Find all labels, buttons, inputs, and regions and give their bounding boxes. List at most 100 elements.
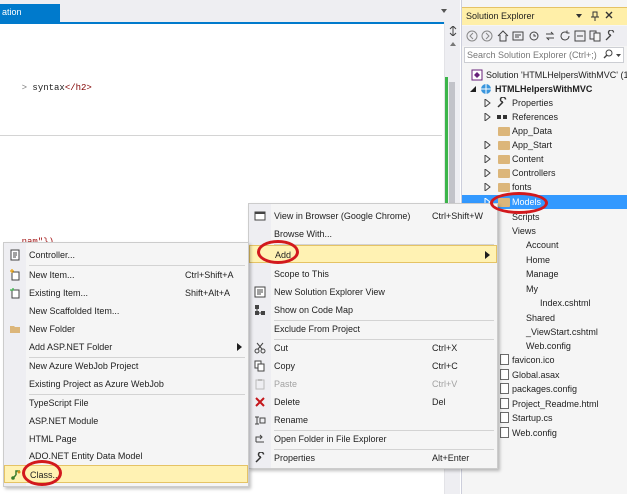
add-submenu: Controller... New Item... Ctrl+Shift+A E… (3, 242, 249, 487)
menu-item-shortcut: Alt+Enter (432, 453, 470, 463)
tree-item-app-data[interactable]: App_Data (462, 124, 627, 138)
menu-item-new-solution-explorer-view[interactable]: New Solution Explorer View (249, 283, 497, 301)
collapsed-arrow-icon[interactable] (484, 181, 491, 193)
web-project-icon (480, 83, 492, 95)
tree-item-fonts[interactable]: fonts (462, 180, 627, 194)
tree-item-label: Properties (512, 98, 554, 108)
menu-item-add-aspnet-folder[interactable]: Add ASP.NET Folder (4, 338, 248, 356)
menu-item-html-page[interactable]: HTML Page (4, 430, 248, 448)
menu-item-aspnet-module[interactable]: ASP.NET Module (4, 412, 248, 430)
code-line[interactable]: > syntax</h2> (0, 73, 92, 103)
collapsed-arrow-icon[interactable] (484, 97, 491, 109)
menu-item-existing-project-webjob[interactable]: Existing Project as Azure WebJob (4, 375, 248, 393)
home-icon[interactable] (497, 30, 509, 42)
tree-item-label: _ViewStart.cshtml (526, 327, 598, 337)
menu-item-show-on-code-map[interactable]: Show on Code Map (249, 301, 497, 319)
tree-item-content[interactable]: Content (462, 152, 627, 166)
tree-item-controllers[interactable]: Controllers (462, 166, 627, 180)
menu-item-new-folder[interactable]: New Folder (4, 320, 248, 338)
show-all-files-icon[interactable] (589, 30, 601, 42)
menu-item-new-azure-webjob[interactable]: New Azure WebJob Project (4, 357, 248, 375)
menu-item-label: New Azure WebJob Project (29, 361, 139, 371)
menu-item-new-item[interactable]: New Item... Ctrl+Shift+A (4, 266, 248, 284)
solution-explorer-title-bar[interactable]: Solution Explorer (462, 7, 627, 25)
split-window-icon[interactable] (448, 25, 458, 37)
collapsed-arrow-icon[interactable] (484, 153, 491, 165)
existing-item-icon (9, 287, 21, 299)
new-view-icon (254, 286, 266, 298)
menu-item-label: Rename (274, 415, 309, 425)
open-folder-icon (254, 433, 266, 445)
menu-item-existing-item[interactable]: Existing Item... Shift+Alt+A (4, 284, 248, 302)
menu-item-controller[interactable]: Controller... (4, 246, 248, 264)
tree-item-label: Shared (526, 313, 556, 323)
folder-icon (498, 141, 510, 150)
pending-changes-icon[interactable] (528, 30, 540, 42)
forward-icon[interactable] (481, 30, 493, 42)
menu-item-label: Existing Project as Azure WebJob (29, 379, 164, 389)
sync-icon[interactable] (544, 30, 556, 42)
menu-item-label: Copy (274, 361, 296, 371)
tree-item-label: fonts (512, 182, 532, 192)
folder-icon (498, 169, 510, 178)
config-icon (500, 383, 509, 394)
menu-item-scope-to-this[interactable]: Scope to This (249, 265, 497, 283)
menu-item-typescript-file[interactable]: TypeScript File (4, 394, 248, 412)
close-icon[interactable] (604, 9, 614, 21)
refresh-icon[interactable] (559, 30, 571, 42)
editor-tab-active[interactable]: ation (0, 4, 60, 22)
collapsed-arrow-icon[interactable] (484, 167, 491, 179)
expanded-arrow-icon[interactable] (470, 85, 477, 93)
menu-item-paste[interactable]: Paste Ctrl+V (249, 375, 497, 393)
controller-icon (9, 249, 21, 261)
submenu-arrow-icon (485, 251, 490, 259)
tree-item-label: Account (526, 240, 559, 250)
chevron-down-icon[interactable] (574, 10, 584, 22)
menu-item-new-scaffolded-item[interactable]: New Scaffolded Item... (4, 302, 248, 320)
tree-item-label: HTMLHelpersWithMVC (495, 84, 593, 94)
back-icon[interactable] (466, 30, 478, 42)
menu-item-properties[interactable]: Properties Alt+Enter (249, 449, 497, 467)
properties-wrench-icon[interactable] (604, 29, 616, 42)
change-marker (445, 77, 448, 207)
menu-item-open-folder[interactable]: Open Folder in File Explorer (249, 430, 497, 448)
cs-file-icon (500, 412, 509, 423)
menu-item-rename[interactable]: Rename (249, 411, 497, 429)
menu-item-shortcut: Ctrl+V (432, 379, 458, 389)
menu-item-shortcut: Ctrl+Shift+W (432, 211, 484, 221)
menu-item-copy[interactable]: Copy Ctrl+C (249, 357, 497, 375)
tree-item-label: Web.config (526, 341, 571, 351)
pin-icon[interactable] (590, 10, 600, 22)
chevron-down-icon[interactable] (439, 6, 449, 16)
tree-item-label: Project_Readme.html (512, 399, 599, 409)
menu-item-cut[interactable]: Cut Ctrl+X (249, 339, 497, 357)
rename-icon (254, 414, 266, 426)
tree-item-properties[interactable]: Properties (462, 96, 627, 110)
tree-item-solution[interactable]: Solution 'HTMLHelpersWithMVC' (1 (462, 68, 627, 82)
menu-item-shortcut: Shift+Alt+A (185, 288, 231, 298)
collapsed-arrow-icon[interactable] (484, 139, 491, 151)
tree-item-references[interactable]: References (462, 110, 627, 124)
tree-item-app-start[interactable]: App_Start (462, 138, 627, 152)
collapsed-arrow-icon[interactable] (484, 111, 491, 123)
tree-item-project[interactable]: HTMLHelpersWithMVC (462, 82, 627, 96)
menu-item-view-in-browser[interactable]: View in Browser (Google Chrome) Ctrl+Shi… (249, 207, 497, 225)
cut-icon (254, 342, 266, 354)
browser-icon (254, 210, 266, 222)
solution-view-icon[interactable] (512, 30, 524, 42)
scroll-up-icon[interactable] (449, 40, 457, 48)
annotation-ring-add (257, 240, 299, 264)
collapse-all-icon[interactable] (574, 30, 586, 42)
chevron-down-icon[interactable] (615, 51, 622, 58)
class-icon (10, 469, 22, 481)
search-icon[interactable] (603, 49, 613, 59)
search-input[interactable]: Search Solution Explorer (Ctrl+;) (464, 47, 624, 63)
menu-item-exclude-from-project[interactable]: Exclude From Project (249, 320, 497, 338)
tree-item-label: Manage (526, 269, 559, 279)
code-text: syntax (32, 83, 65, 93)
menu-item-label: ASP.NET Module (29, 416, 99, 426)
menu-item-label: Existing Item... (29, 288, 89, 298)
menu-item-delete[interactable]: Delete Del (249, 393, 497, 411)
delete-icon (254, 396, 266, 408)
new-item-icon (9, 269, 21, 281)
